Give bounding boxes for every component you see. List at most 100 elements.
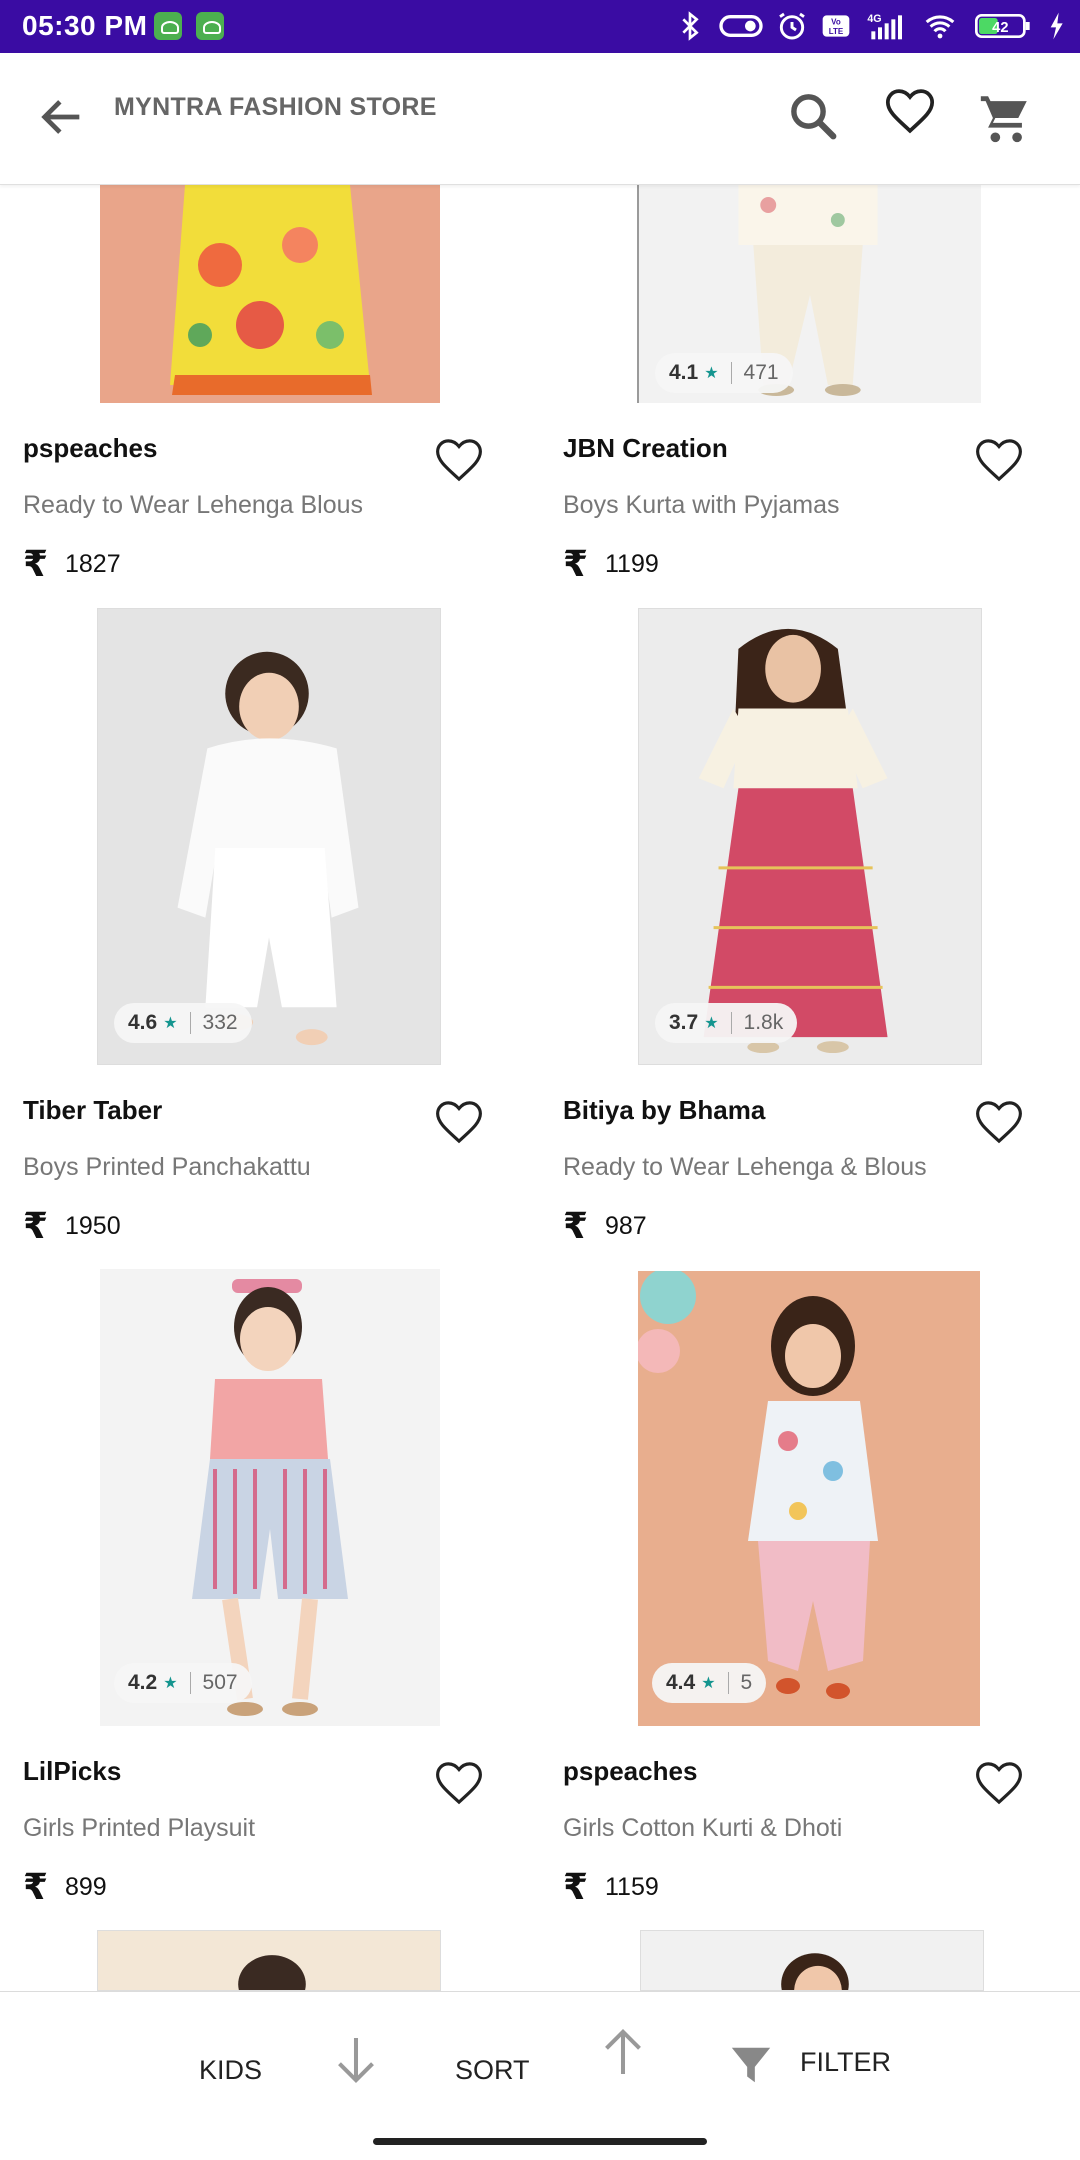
sort-descending-icon[interactable] — [334, 2034, 378, 2086]
wishlist-heart-icon[interactable] — [972, 1756, 1026, 1810]
playsuit-photo — [100, 1269, 440, 1726]
rating-count: 507 — [202, 1671, 238, 1694]
lehenga-photo — [100, 185, 440, 403]
alarm-icon — [779, 12, 805, 40]
product-name: Ready to Wear Lehenga Blous — [23, 491, 364, 519]
product-brand: LilPicks — [23, 1756, 122, 1786]
rating-divider — [727, 1672, 729, 1694]
product-price: ₹ 899 — [23, 1866, 107, 1908]
product-card[interactable]: pspeaches Ready to Wear Lehenga Blous ₹ … — [0, 185, 540, 585]
product-card[interactable]: 4.1 ★ 471 JBN Creation Boys Kurta with P… — [540, 185, 1080, 585]
product-price: ₹ 1950 — [23, 1205, 121, 1247]
wishlist-heart-icon[interactable] — [432, 433, 486, 487]
volte-icon: VoLTE — [822, 15, 850, 37]
rating-badge: 4.2 ★ 507 — [114, 1663, 252, 1703]
status-icons: Vo LTE 4G 42 — [674, 8, 1066, 44]
price-value: 1827 — [65, 549, 121, 578]
star-icon: ★ — [704, 365, 719, 382]
filter-button[interactable]: FILTER — [800, 2047, 891, 2078]
rating-value: 3.7 — [669, 1011, 699, 1034]
svg-text:42: 42 — [992, 20, 1008, 36]
wishlist-heart-icon[interactable] — [972, 433, 1026, 487]
rating-divider — [730, 1012, 732, 1034]
product-card[interactable] — [540, 1930, 1080, 1991]
price-value: 899 — [65, 1872, 107, 1901]
star-icon: ★ — [704, 1015, 719, 1032]
back-arrow-icon[interactable] — [36, 91, 88, 143]
rating-count: 1.8k — [743, 1011, 784, 1034]
app-header: MYNTRA FASHION STORE — [0, 53, 1080, 185]
lehenga-choli-photo — [639, 609, 981, 1064]
product-card[interactable]: 4.4 ★ 5 pspeaches Girls Cotton Kurti & D… — [540, 1269, 1080, 1909]
battery-icon: 42 — [974, 14, 1030, 38]
page-title: MYNTRA FASHION STORE — [114, 93, 437, 121]
star-icon: ★ — [163, 1675, 178, 1692]
star-icon: ★ — [163, 1015, 178, 1032]
wishlist-heart-icon[interactable] — [432, 1756, 486, 1810]
rupee-icon: ₹ — [563, 543, 589, 584]
toggle-icon — [719, 15, 763, 37]
product-image[interactable]: 4.1 ★ 471 — [637, 185, 981, 403]
wishlist-heart-icon[interactable] — [972, 1095, 1026, 1149]
notification-app-icon — [196, 12, 224, 40]
rating-value: 4.6 — [128, 1011, 158, 1034]
category-label[interactable]: KIDS — [199, 2055, 262, 2086]
product-image[interactable]: 4.4 ★ 5 — [638, 1271, 980, 1726]
home-indicator[interactable] — [373, 2138, 707, 2145]
product-card[interactable] — [0, 1930, 540, 1991]
product-brand: pspeaches — [23, 433, 158, 463]
wishlist-heart-icon[interactable] — [432, 1095, 486, 1149]
cart-icon[interactable] — [976, 89, 1034, 147]
product-brand: JBN Creation — [563, 433, 728, 463]
product-photo — [641, 1931, 983, 1990]
product-image[interactable]: 4.6 ★ 332 — [97, 608, 441, 1065]
charging-icon — [1050, 12, 1063, 40]
product-image[interactable] — [100, 185, 440, 403]
notification-app-icon — [154, 12, 182, 40]
bluetooth-icon — [682, 11, 699, 41]
rupee-icon: ₹ — [23, 1205, 49, 1246]
svg-text:4G: 4G — [867, 13, 881, 25]
product-grid: pspeaches Ready to Wear Lehenga Blous ₹ … — [0, 185, 1080, 1991]
kurti-dhoti-photo — [638, 1271, 980, 1726]
rating-count: 471 — [743, 361, 779, 384]
product-card[interactable]: 3.7 ★ 1.8k Bitiya by Bhama Ready to Wear… — [540, 608, 1080, 1248]
product-name: Boys Kurta with Pyjamas — [563, 491, 840, 519]
product-name: Boys Printed Panchakattu — [23, 1153, 311, 1181]
rating-divider — [189, 1012, 191, 1034]
rupee-icon: ₹ — [23, 543, 49, 584]
product-price: ₹ 1827 — [23, 543, 121, 585]
price-value: 987 — [605, 1211, 647, 1240]
rating-divider — [189, 1672, 191, 1694]
price-value: 1950 — [65, 1211, 121, 1240]
rating-count: 5 — [740, 1671, 753, 1694]
product-price: ₹ 1199 — [563, 543, 659, 585]
product-image[interactable]: 4.2 ★ 507 — [100, 1269, 440, 1726]
star-icon: ★ — [701, 1675, 716, 1692]
rating-badge: 4.4 ★ 5 — [652, 1663, 767, 1703]
rating-badge: 4.6 ★ 332 — [114, 1003, 252, 1043]
status-bar: 05:30 PM Vo LTE 4G 42 — [0, 0, 1080, 53]
svg-text:LTE: LTE — [829, 27, 844, 36]
product-name: Ready to Wear Lehenga & Blous — [563, 1153, 927, 1181]
product-image[interactable]: 3.7 ★ 1.8k — [638, 608, 982, 1065]
svg-text:Vo: Vo — [831, 18, 841, 27]
search-icon[interactable] — [786, 89, 840, 143]
wishlist-icon[interactable] — [882, 83, 938, 139]
rating-badge: 3.7 ★ 1.8k — [655, 1003, 798, 1043]
product-card[interactable]: 4.2 ★ 507 LilPicks Girls Printed Playsui… — [0, 1269, 540, 1909]
sort-button[interactable]: SORT — [455, 2055, 530, 2086]
rating-value: 4.4 — [666, 1671, 696, 1694]
rating-badge: 4.1 ★ 471 — [655, 353, 793, 393]
price-value: 1159 — [605, 1872, 659, 1901]
price-value: 1199 — [605, 549, 659, 578]
rating-value: 4.2 — [128, 1671, 158, 1694]
filter-icon[interactable] — [728, 2042, 774, 2088]
product-image[interactable] — [97, 1930, 441, 1991]
panchakattu-photo — [98, 609, 440, 1064]
product-brand: pspeaches — [563, 1756, 698, 1786]
sort-ascending-icon[interactable] — [601, 2026, 645, 2078]
rating-count: 332 — [202, 1011, 238, 1034]
product-card[interactable]: 4.6 ★ 332 Tiber Taber Boys Printed Panch… — [0, 608, 540, 1248]
product-image[interactable] — [640, 1930, 984, 1991]
